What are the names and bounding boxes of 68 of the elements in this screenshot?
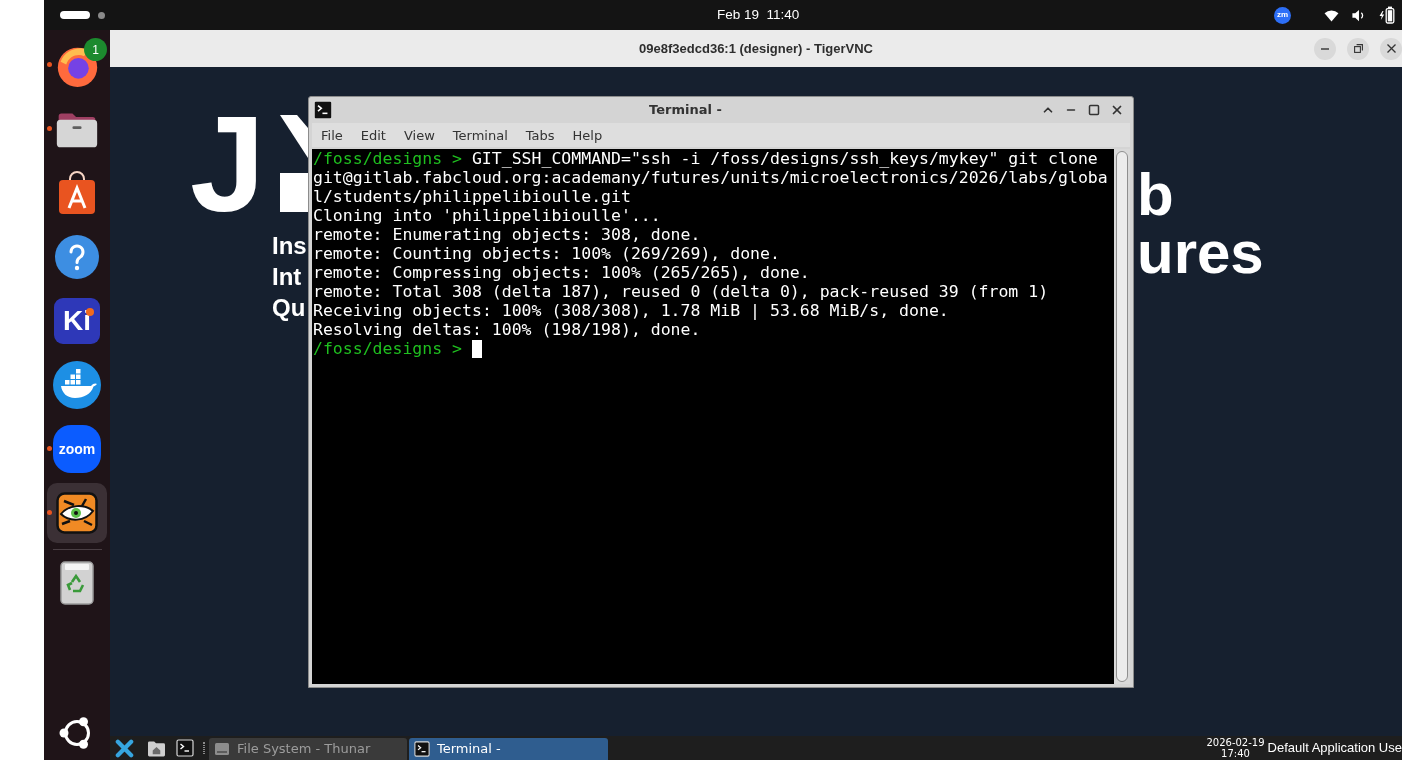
workspace-indicator-icon[interactable] (60, 11, 90, 19)
taskbar-time[interactable]: 17:40 (1221, 748, 1250, 759)
whale-icon (53, 361, 101, 409)
terminal-text: remote: Compressing objects: 100% (265/265), done. (313, 263, 810, 282)
taskbar-window-button[interactable]: Terminal - (409, 738, 608, 760)
applications-menu-button[interactable] (114, 738, 134, 758)
menu-item[interactable]: Edit (351, 123, 395, 147)
terminal-launcher-button[interactable] (175, 738, 195, 758)
home-folder-button[interactable] (146, 738, 166, 758)
terminal-text: remote: Counting objects: 100% (269/269), done. (313, 244, 780, 263)
trash-icon (59, 560, 95, 606)
battery-icon[interactable] (1379, 6, 1395, 24)
terminal-icon (176, 739, 194, 757)
wallpaper-text: Qu (272, 293, 307, 323)
terminal-text: remote: Enumerating objects: 308, done. (313, 225, 701, 244)
wallpaper-text: Int (272, 262, 303, 292)
terminal-text: Receiving objects: 100% (308/308), 1.78 MiB | 53.68 MiB/s, done. (313, 301, 949, 320)
dock-app-button[interactable]: Ki (47, 291, 107, 351)
status-text: Default Application Use (1267, 739, 1402, 758)
maximize-icon (1088, 104, 1100, 116)
terminal-text: git@gitlab.fabcloud.org:academany/futures/units/microelectronics/2026/labs/globa (313, 168, 1108, 187)
wallpaper-text: Ins (272, 231, 307, 261)
volume-icon[interactable] (1351, 7, 1366, 23)
close-button[interactable] (1380, 37, 1402, 60)
home-folder-icon (146, 739, 166, 757)
terminal-icon (313, 100, 333, 120)
wallpaper-text: b (1137, 166, 1175, 224)
shell-prompt: /foss/designs > (313, 339, 462, 358)
x-shape-icon (114, 738, 134, 758)
close-icon (1386, 44, 1396, 53)
terminal-text: Resolving deltas: 100% (198/198), done. (313, 320, 701, 339)
taskbar-date[interactable]: 2026-02-19 (1206, 737, 1265, 748)
help-icon (55, 235, 99, 279)
menu-item[interactable]: Help (563, 123, 612, 147)
dock-app-button[interactable]: zoom (47, 419, 107, 479)
clock[interactable]: Feb 19 11:40 (717, 4, 800, 26)
menu-item[interactable]: Terminal (443, 123, 517, 147)
menu-item[interactable]: View (394, 123, 444, 147)
restore-button[interactable] (1347, 37, 1369, 60)
shell-prompt: /foss/designs > (313, 149, 462, 168)
drive-icon (214, 741, 230, 757)
wallpaper-logo-letter: J (190, 97, 266, 232)
minimize-button[interactable] (1314, 37, 1336, 60)
dock-app-button[interactable]: 1 (47, 35, 107, 95)
wifi-icon[interactable] (1324, 8, 1339, 22)
app-indicator[interactable]: zm (1274, 6, 1291, 24)
dock-app-button[interactable] (47, 483, 107, 543)
terminal-text: l/students/philippelibioulle.git (313, 187, 631, 206)
wallpaper-text: ures (1137, 224, 1264, 282)
terminal-icon (414, 741, 430, 757)
app-logo-tile: Ki (54, 298, 100, 344)
scrollbar-thumb[interactable] (1116, 151, 1128, 682)
shopping-bag-icon (57, 171, 97, 215)
minimize-icon (1321, 47, 1329, 50)
terminal-text: GIT_SSH_COMMAND="ssh -i /foss/designs/ssh_keys/mykey" git clone (471, 149, 1098, 168)
restore-icon (1353, 44, 1363, 53)
tiger-eye-icon (56, 492, 98, 534)
workspace-indicator-icon[interactable] (98, 11, 105, 19)
close-icon (1110, 103, 1124, 117)
terminal-text: remote: Total 308 (delta 187), reused 0 (delta 0), pack-reused 39 (from 1) (313, 282, 1049, 301)
window-title: 09e8f3edcd36:1 (designer) - TigerVNC (639, 39, 873, 58)
notification-badge: 1 (84, 38, 107, 61)
window-title: Terminal - (648, 101, 723, 120)
menu-item[interactable]: Tabs (516, 123, 564, 147)
menu-item[interactable]: File (312, 123, 352, 147)
taskbar-window-button[interactable]: File System - Thunar (209, 738, 407, 760)
terminal-text: Cloning into 'philippelibioulle'... (313, 206, 661, 225)
app-logo-tile: zoom (53, 425, 101, 473)
